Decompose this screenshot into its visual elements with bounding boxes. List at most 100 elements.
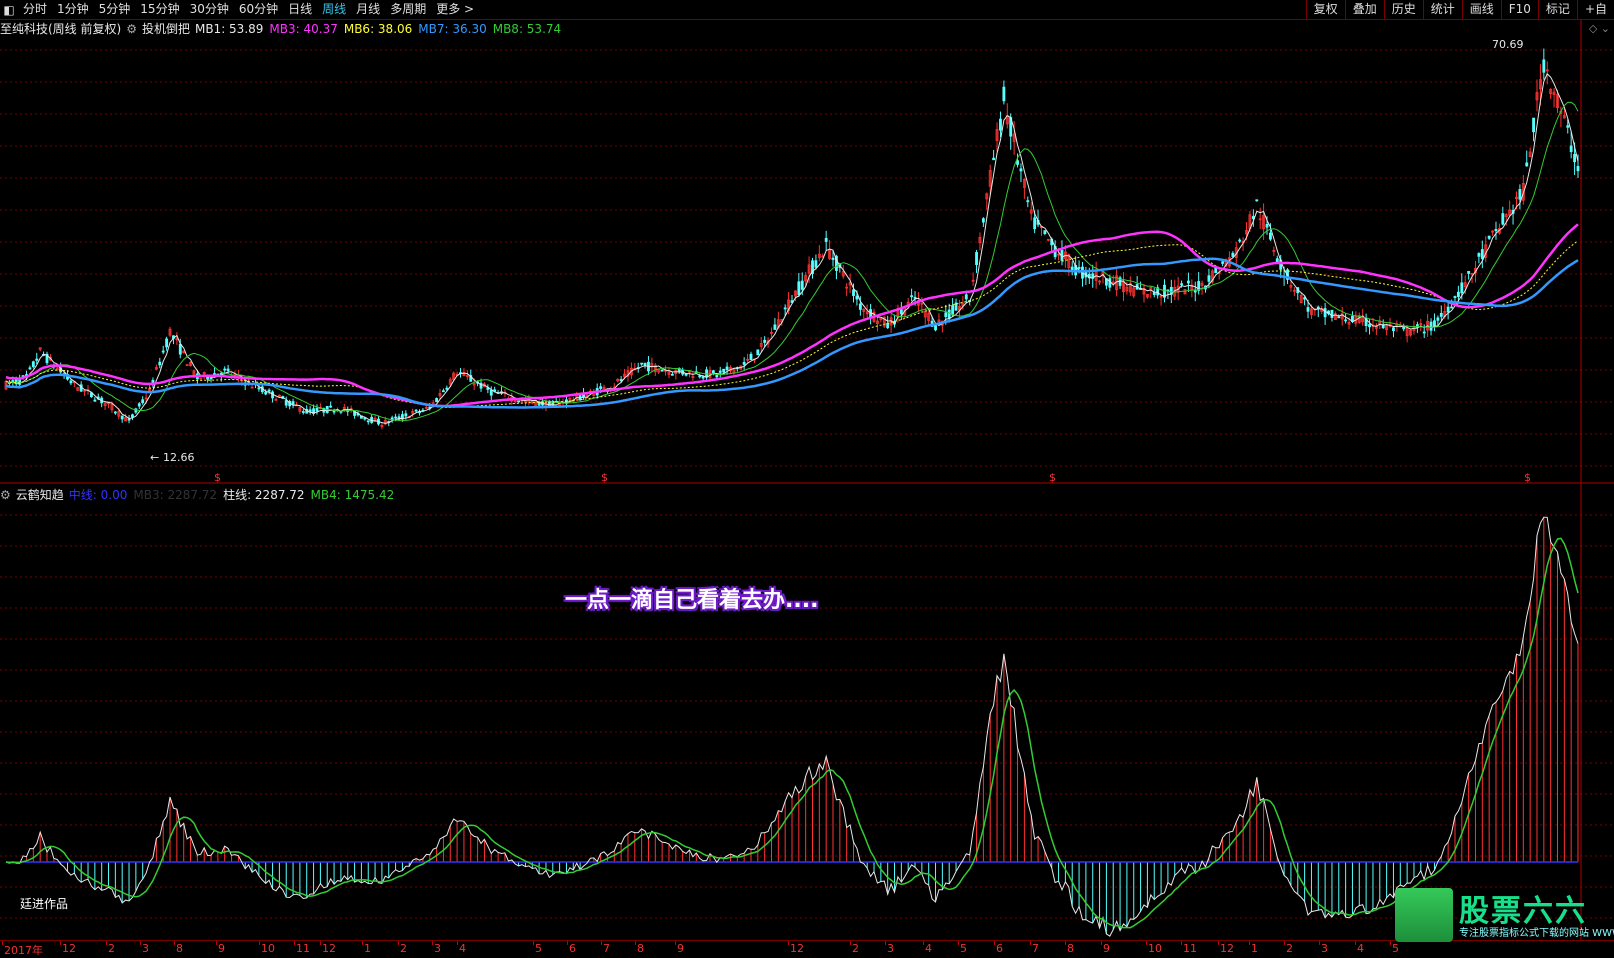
candle-body: [763, 339, 767, 343]
candle-body: [1337, 316, 1341, 319]
candle-body: [1193, 290, 1197, 293]
candle-body: [715, 375, 719, 378]
axis-tick: [635, 941, 636, 945]
axis-label: 7: [1032, 942, 1039, 955]
candle-body: [981, 218, 985, 223]
candle-body: [366, 420, 370, 423]
candle-body: [226, 368, 230, 371]
candle-body: [1392, 327, 1395, 332]
axis-label: 9: [1103, 942, 1110, 955]
candle-body: [442, 390, 445, 393]
axis-tick: [1355, 941, 1356, 945]
candle-body: [1518, 189, 1522, 200]
candle-body: [701, 376, 705, 379]
candle-body: [964, 294, 968, 300]
time-axis: 2017年 12 2 3 8 9 10 11 12 1 2 3 4 5 6 7 8 9 12 2 3 4 5 6 7 8 9 10 11…: [0, 940, 1614, 957]
chart-canvas: [0, 20, 1614, 940]
candle-body: [1221, 261, 1225, 264]
candle-body: [390, 417, 394, 420]
axis-tick: [885, 941, 886, 945]
axis-label: 8: [1067, 942, 1074, 955]
candle-body: [934, 325, 937, 331]
candle-body: [773, 324, 777, 330]
candle-body: [284, 400, 288, 406]
candle-body: [223, 368, 227, 371]
axis-tick: [457, 941, 458, 945]
candle-body: [1542, 59, 1546, 73]
candle-body: [137, 403, 141, 407]
candle-body: [1306, 307, 1310, 312]
sub-indicator-name[interactable]: 云鹤知趋: [16, 486, 64, 503]
candle-body: [517, 400, 521, 403]
candle-body: [852, 289, 855, 296]
candle-body: [435, 398, 439, 402]
candle-body: [1323, 308, 1327, 318]
candle-body: [1576, 166, 1580, 172]
signal-marker: $: [1049, 471, 1056, 484]
axis-label: 12: [790, 942, 804, 955]
ma-line-white: [5, 73, 1579, 424]
axis-label: 4: [459, 942, 466, 955]
candle-body: [619, 379, 623, 382]
candle-body: [1043, 230, 1047, 235]
candle-body: [158, 361, 162, 366]
candle-body: [1422, 331, 1426, 334]
high-price-label: 70.69: [1492, 38, 1524, 51]
osc-line-white: [5, 516, 1579, 937]
candle-body: [999, 118, 1002, 131]
candle-body: [1026, 200, 1030, 203]
candle-body: [141, 399, 145, 404]
candle-body: [131, 414, 134, 418]
axis-tick: [788, 941, 789, 945]
axis-tick: [1284, 941, 1285, 945]
axis-tick: [1319, 941, 1320, 945]
candle-body: [1231, 252, 1235, 257]
axis-tick: [398, 941, 399, 945]
candle-body: [178, 343, 182, 355]
axis-label: 11: [296, 942, 310, 955]
candle-body: [35, 358, 39, 361]
candle-body: [1456, 291, 1460, 297]
candle-body: [315, 407, 319, 412]
overlay-caption: 一点一滴自己看着去办....: [565, 588, 819, 613]
settings-icon[interactable]: ⚙: [0, 488, 11, 502]
candle-body: [814, 260, 818, 268]
candle-body: [165, 338, 169, 348]
candle-body: [797, 281, 801, 296]
candle-body: [749, 353, 753, 360]
author-label: 廷进作品: [20, 897, 69, 911]
candle-body: [161, 350, 165, 353]
candle-body: [28, 367, 32, 370]
axis-label: 3: [142, 942, 149, 955]
candle-body: [301, 411, 305, 413]
candlesticks: [4, 48, 1580, 430]
axis-label: 7: [603, 942, 610, 955]
candle-body: [1487, 235, 1491, 239]
candle-body: [944, 312, 948, 317]
low-price-label: 12.66: [163, 451, 195, 464]
sub-legend: 中线: 0.00 MB3: 2287.72 柱线: 2287.72 MB4: 1475…: [69, 486, 400, 503]
axis-label: 5: [960, 942, 967, 955]
axis-tick: [320, 941, 321, 945]
watermark-subtitle: 专注股票指标公式下载的网站 WWW.GP66.CN: [1459, 928, 1614, 939]
candle-body: [800, 280, 804, 290]
candle-body: [1344, 319, 1348, 322]
axis-label: 5: [535, 942, 542, 955]
candle-body: [975, 252, 978, 265]
candle-body: [445, 387, 449, 390]
axis-label: 8: [637, 942, 644, 955]
candle-body: [992, 157, 996, 161]
candle-body: [640, 362, 644, 365]
candle-body: [31, 361, 35, 367]
axis-label: 12: [62, 942, 76, 955]
axis-tick: [216, 941, 217, 945]
candle-body: [1033, 217, 1037, 230]
axis-tick: [533, 941, 534, 945]
moving-averages: [5, 73, 1579, 424]
axis-label: 11: [1183, 942, 1197, 955]
candle-body: [332, 410, 336, 413]
candle-body: [899, 309, 903, 315]
candle-body: [1460, 282, 1464, 294]
axis-label: 2: [108, 942, 115, 955]
candle-body: [414, 409, 418, 412]
